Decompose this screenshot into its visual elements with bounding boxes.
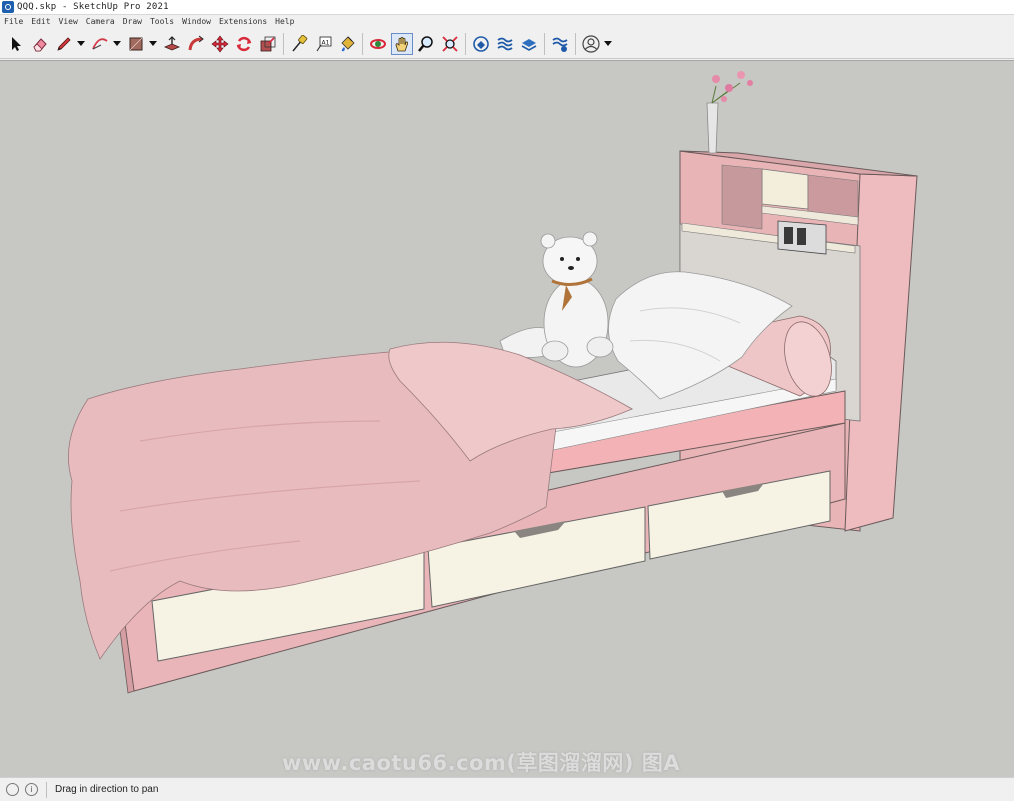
title-bar: QQQ.skp - SketchUp Pro 2021: [0, 0, 1014, 15]
rotate-tool[interactable]: [233, 33, 255, 55]
zoom-extents-tool[interactable]: [439, 33, 461, 55]
window-title: QQQ.skp - SketchUp Pro 2021: [17, 2, 169, 12]
radio-object: [777, 220, 827, 255]
toolbar-separator: [283, 32, 284, 55]
move-icon: [211, 35, 229, 52]
toolbar-separator: [544, 32, 545, 55]
toolbar-separator: [362, 32, 363, 55]
bed-model-scene: [68, 71, 918, 694]
arc-tool[interactable]: [89, 33, 111, 55]
info-icon[interactable]: i: [25, 783, 38, 796]
paint-bucket-icon: [341, 35, 355, 51]
shape-dropdown-caret[interactable]: [149, 33, 157, 55]
eraser-tool[interactable]: [29, 33, 51, 55]
menu-window[interactable]: Window: [178, 15, 215, 28]
arc-dropdown-caret[interactable]: [113, 33, 121, 55]
scale-icon: [260, 36, 276, 51]
status-message: Drag in direction to pan: [55, 784, 159, 795]
follow-me-tool[interactable]: [185, 33, 207, 55]
layout-icon: [521, 38, 537, 51]
orbit-icon: [370, 38, 386, 49]
push-pull-tool[interactable]: [161, 33, 183, 55]
menu-extensions[interactable]: Extensions: [215, 15, 271, 28]
tape-measure-tool[interactable]: [288, 33, 310, 55]
status-bar: i Drag in direction to pan: [0, 777, 1014, 801]
pencil-icon: [57, 36, 71, 51]
pan-hand-icon: [395, 36, 408, 51]
shape-tool[interactable]: [125, 33, 147, 55]
menu-bar: File Edit View Camera Draw Tools Window …: [0, 15, 1014, 28]
text-tool-label: A1: [322, 39, 330, 46]
menu-camera[interactable]: Camera: [82, 15, 119, 28]
account-tool[interactable]: [580, 33, 602, 55]
eraser-icon: [33, 37, 47, 51]
flower-vase: [706, 71, 753, 154]
pan-tool[interactable]: [391, 32, 413, 55]
follow-me-icon: [188, 35, 204, 50]
sketchup-logo-icon: [2, 1, 14, 13]
extension-manager-tool[interactable]: [549, 33, 571, 55]
site-watermark: www.caotu66.com(草图溜溜网) 图A: [282, 751, 681, 775]
extension-warehouse-icon: [497, 37, 513, 50]
pencil-dropdown-caret[interactable]: [77, 33, 85, 55]
move-tool[interactable]: [209, 33, 231, 55]
account-dropdown-caret[interactable]: [604, 33, 612, 55]
zoom-extents-icon: [442, 35, 458, 52]
warehouse-icon: [473, 35, 489, 52]
paint-bucket-tool[interactable]: [336, 33, 358, 55]
tape-measure-icon: [292, 34, 308, 51]
toolbar-separator: [575, 32, 576, 55]
push-pull-icon: [163, 35, 181, 50]
menu-view[interactable]: View: [55, 15, 82, 28]
arrow-cursor-icon: [12, 36, 21, 51]
menu-edit[interactable]: Edit: [27, 15, 54, 28]
teddy-bear: [499, 231, 614, 368]
user-account-icon: [582, 34, 600, 53]
menu-file[interactable]: File: [0, 15, 27, 28]
pencil-tool[interactable]: [53, 33, 75, 55]
orbit-tool[interactable]: [367, 33, 389, 55]
zoom-icon: [418, 35, 433, 52]
menu-tools[interactable]: Tools: [146, 15, 178, 28]
rotate-icon: [236, 36, 252, 51]
status-divider: [46, 781, 47, 798]
extension-manager-icon: [552, 37, 568, 52]
toolbar-separator: [465, 32, 466, 55]
text-tool[interactable]: A1: [312, 33, 334, 55]
arc-icon: [92, 37, 108, 49]
menu-help[interactable]: Help: [271, 15, 298, 28]
warehouse-tool[interactable]: [470, 33, 492, 55]
zoom-tool[interactable]: [415, 33, 437, 55]
menu-draw[interactable]: Draw: [119, 15, 146, 28]
text-label-icon: A1: [316, 36, 332, 51]
rectangle-icon: [129, 37, 143, 50]
extension-warehouse-tool[interactable]: [494, 33, 516, 55]
main-toolbar: A1: [0, 29, 1014, 59]
select-tool[interactable]: [5, 33, 27, 55]
scale-tool[interactable]: [257, 33, 279, 55]
model-viewport[interactable]: www.caotu66.com(草图溜溜网) 图A: [0, 60, 1014, 777]
geo-location-icon[interactable]: [6, 783, 19, 796]
layout-tool[interactable]: [518, 33, 540, 55]
